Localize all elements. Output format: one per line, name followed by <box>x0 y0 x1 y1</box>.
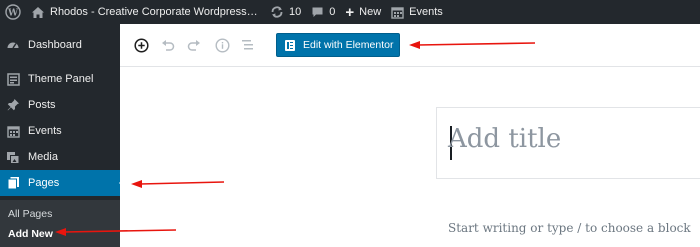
theme-panel-icon <box>0 72 26 86</box>
title-placeholder: Add title <box>448 124 562 154</box>
undo-icon[interactable] <box>160 37 176 53</box>
svg-text:W: W <box>7 9 19 19</box>
admin-sidebar: Dashboard Theme Panel Posts Events Media… <box>0 24 126 247</box>
sidebar-item-dashboard[interactable]: Dashboard <box>0 32 120 58</box>
wordpress-logo-button[interactable]: W <box>0 0 26 24</box>
comments-link[interactable]: 0 <box>306 0 340 24</box>
events-label: Events <box>409 6 443 18</box>
block-editor: Edit with Elementor Add title Start writ… <box>120 24 700 247</box>
info-icon[interactable] <box>214 37 230 53</box>
events-link[interactable]: Events <box>386 0 448 24</box>
site-title: Rhodos - Creative Corporate Wordpress Th… <box>50 6 260 18</box>
pin-icon <box>0 98 26 112</box>
wordpress-icon: W <box>5 4 21 20</box>
site-name-link[interactable]: Rhodos - Creative Corporate Wordpress Th… <box>26 0 265 24</box>
pages-icon <box>0 176 26 190</box>
home-icon <box>31 6 45 19</box>
submenu-item-all-pages[interactable]: All Pages <box>8 208 52 220</box>
edit-with-elementor-button[interactable]: Edit with Elementor <box>276 33 400 57</box>
updates-count: 10 <box>289 6 302 18</box>
calendar-icon <box>391 6 404 19</box>
sidebar-item-pages[interactable]: Pages <box>0 170 126 196</box>
editor-toolbar: Edit with Elementor <box>120 24 700 67</box>
plus-icon: + <box>345 3 355 21</box>
sidebar-item-media[interactable]: Media <box>0 144 120 170</box>
default-block-appender[interactable]: Start writing or type / to choose a bloc… <box>448 221 691 235</box>
sidebar-item-label: Pages <box>28 177 60 189</box>
submenu-item-add-new[interactable]: Add New <box>8 228 53 240</box>
comments-count: 0 <box>329 6 336 18</box>
add-block-icon[interactable] <box>133 37 149 53</box>
media-icon <box>0 151 26 164</box>
elementor-button-label: Edit with Elementor <box>303 39 394 51</box>
sidebar-item-label: Dashboard <box>28 39 82 51</box>
sidebar-item-posts[interactable]: Posts <box>0 92 120 118</box>
dashboard-icon <box>0 38 26 52</box>
pages-submenu: All Pages Add New <box>0 200 120 247</box>
redo-icon[interactable] <box>186 37 202 53</box>
elementor-icon <box>285 39 295 51</box>
sidebar-item-label: Theme Panel <box>28 73 94 85</box>
calendar-icon <box>0 125 26 138</box>
updates-link[interactable]: 10 <box>265 0 306 24</box>
sidebar-item-events[interactable]: Events <box>0 118 120 144</box>
sidebar-item-label: Events <box>28 125 62 137</box>
updates-icon <box>270 5 284 19</box>
comment-icon <box>311 6 324 19</box>
admin-bar: W Rhodos - Creative Corporate Wordpress … <box>0 0 700 24</box>
new-content-link[interactable]: + New <box>340 0 386 24</box>
sidebar-item-label: Posts <box>28 99 56 111</box>
block-navigation-icon[interactable] <box>240 37 256 53</box>
sidebar-item-theme-panel[interactable]: Theme Panel <box>0 66 120 92</box>
sidebar-item-label: Media <box>28 151 58 163</box>
new-label: New <box>359 6 382 18</box>
post-title-field[interactable]: Add title <box>436 107 700 179</box>
